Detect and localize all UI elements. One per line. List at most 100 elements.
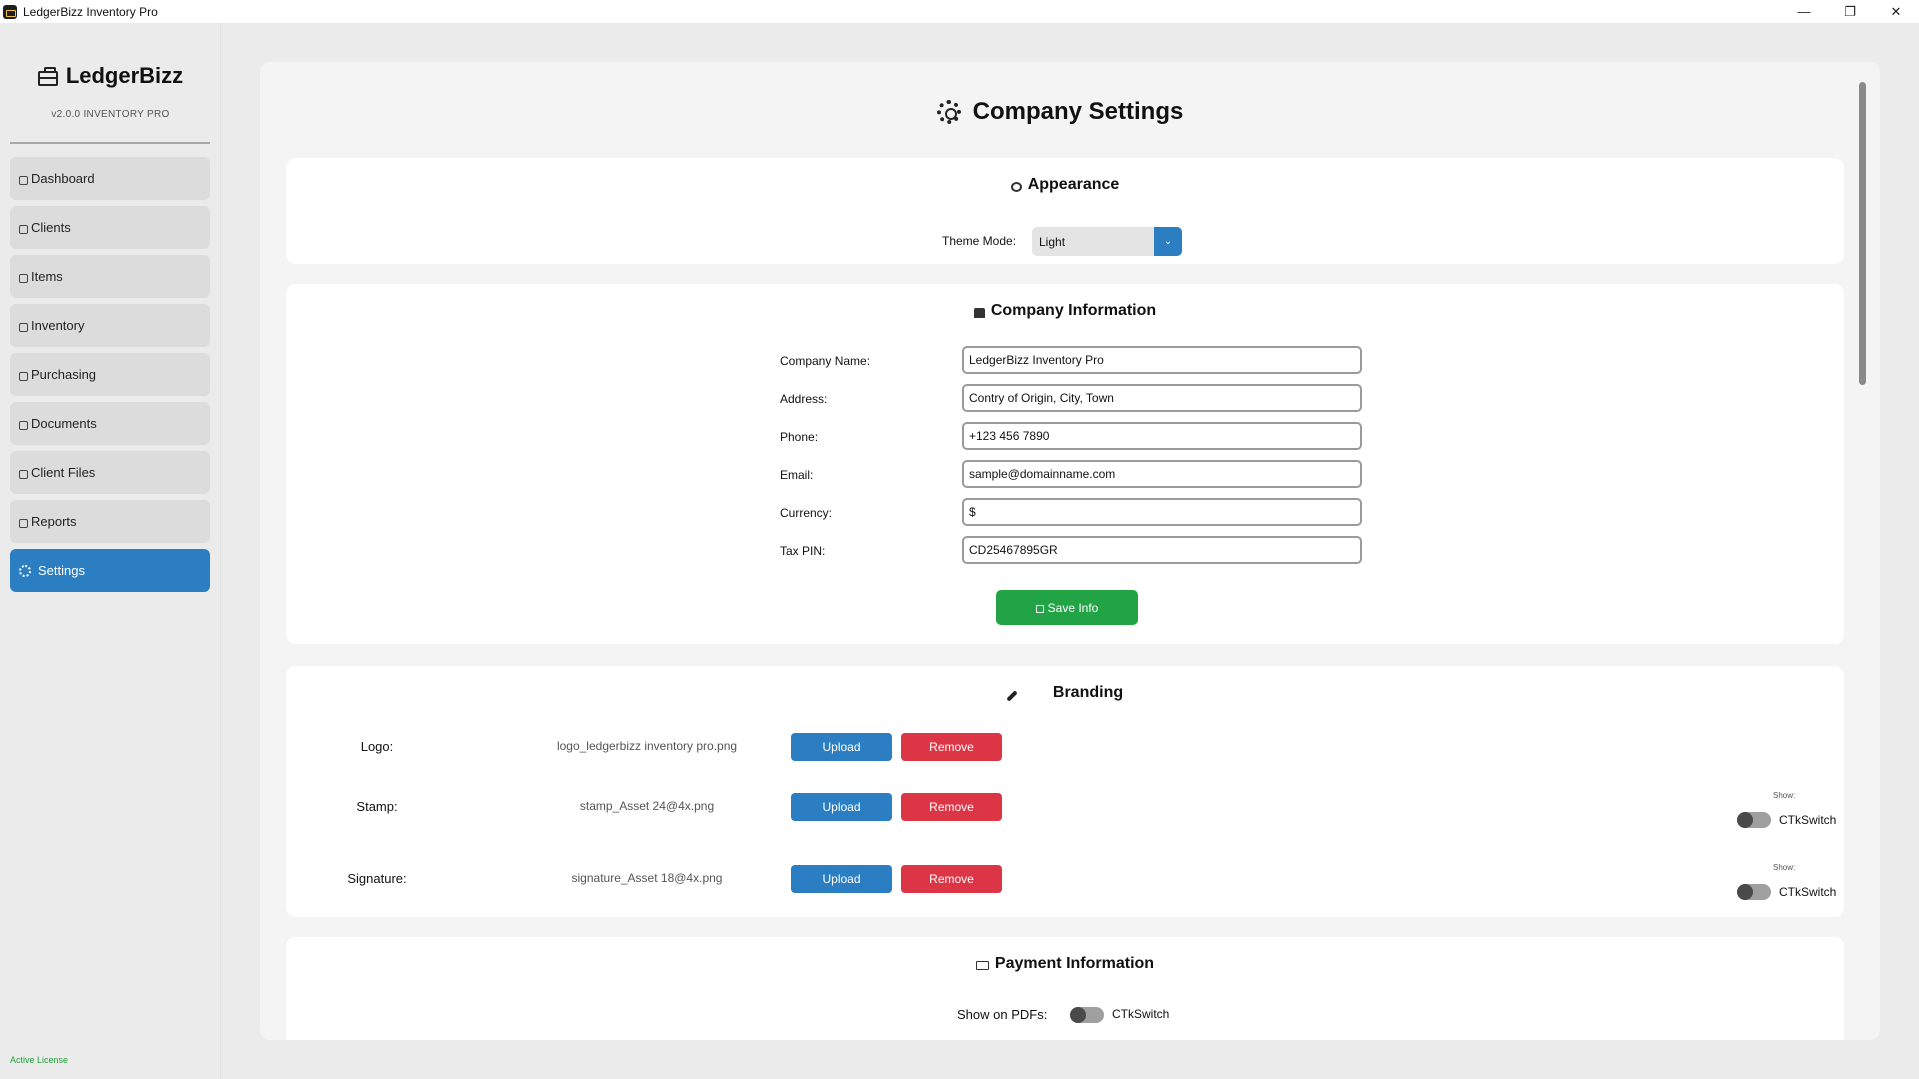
stamp-show-switch[interactable] (1737, 812, 1771, 828)
signature-show-label: Show: (1773, 863, 1796, 872)
theme-mode-label: Theme Mode: (942, 234, 1017, 248)
license-status: Active License (10, 1055, 69, 1065)
company-info-card: Company Information Company Name: Ledger… (286, 284, 1844, 644)
briefcase-icon (37, 66, 58, 86)
sidebar-item-label: Dashboard (31, 171, 95, 186)
sidebar-item-label: Clients (31, 220, 71, 235)
dashboard-icon (19, 176, 28, 185)
client-files-icon (19, 470, 28, 479)
chevron-down-icon[interactable]: ⌄ (1154, 227, 1182, 256)
company-info-title: Company Information (286, 302, 1844, 320)
sidebar-item-dashboard[interactable]: Dashboard (10, 157, 210, 200)
close-button[interactable]: ✕ (1873, 0, 1919, 23)
pen-icon (1007, 691, 1017, 701)
sidebar: LedgerBizz v2.0.0 INVENTORY PRO Dashboar… (0, 23, 221, 1079)
reports-icon (19, 519, 28, 528)
email-label: Email: (780, 468, 814, 482)
minimize-button[interactable]: — (1781, 0, 1827, 23)
logo-file-name: logo_ledgerbizz inventory pro.png (556, 739, 738, 753)
company-name-label: Company Name: (780, 354, 871, 368)
theme-mode-value: Light (1039, 234, 1066, 249)
signature-switch-label: CTkSwitch (1779, 885, 1837, 899)
stamp-upload-button[interactable]: Upload (791, 793, 892, 821)
email-field[interactable]: sample@domainname.com (962, 460, 1362, 488)
stamp-switch-label: CTkSwitch (1779, 813, 1837, 827)
app-icon (3, 4, 17, 19)
title-bar: LedgerBizz Inventory Pro — ❐ ✕ (0, 0, 1919, 23)
payment-info-title-text: Payment Information (994, 955, 1155, 972)
sidebar-item-documents[interactable]: Documents (10, 402, 210, 445)
sidebar-item-label: Documents (31, 416, 97, 431)
brand: LedgerBizz (0, 63, 221, 89)
items-icon (19, 274, 28, 283)
palette-icon (1010, 181, 1022, 192)
sidebar-item-reports[interactable]: Reports (10, 500, 210, 543)
sidebar-divider (10, 142, 210, 144)
payment-info-title: Payment Information (286, 955, 1844, 973)
branding-title: Branding (286, 684, 1844, 702)
stamp-remove-button[interactable]: Remove (901, 793, 1002, 821)
save-info-button[interactable]: Save Info (996, 590, 1138, 625)
inventory-icon (19, 323, 28, 332)
save-info-label: Save Info (1047, 600, 1099, 615)
brand-name: LedgerBizz (65, 63, 184, 88)
maximize-button[interactable]: ❐ (1827, 0, 1873, 23)
credit-card-icon (975, 961, 989, 970)
appearance-title: Appearance (286, 176, 1844, 194)
branding-title-text: Branding (1052, 684, 1124, 701)
gear-icon (19, 564, 31, 577)
sidebar-item-label: Reports (31, 514, 77, 529)
address-field[interactable]: Contry of Origin, City, Town (962, 384, 1362, 412)
company-info-title-text: Company Information (990, 302, 1157, 319)
currency-field[interactable]: $ (962, 498, 1362, 526)
signature-label: Signature: (347, 871, 407, 886)
documents-icon (19, 421, 28, 430)
gear-icon (936, 100, 961, 124)
sidebar-item-label: Inventory (31, 318, 85, 333)
address-label: Address: (780, 392, 828, 406)
sidebar-item-settings[interactable]: Settings (10, 549, 210, 592)
window-controls: — ❐ ✕ (1781, 0, 1919, 23)
appearance-title-text: Appearance (1027, 176, 1120, 193)
logo-remove-button[interactable]: Remove (901, 733, 1002, 761)
show-on-pdfs-switch[interactable] (1070, 1007, 1104, 1023)
switch-knob (1737, 812, 1753, 828)
stamp-file-name: stamp_Asset 24@4x.png (579, 799, 715, 813)
clients-icon (19, 225, 28, 234)
tax-pin-field[interactable]: CD25467895GR (962, 536, 1362, 564)
scrollbar[interactable] (1859, 82, 1866, 385)
phone-field[interactable]: +123 456 7890 (962, 422, 1362, 450)
sidebar-nav: Dashboard Clients Items Inventory Purcha… (10, 157, 210, 598)
stamp-show-label: Show: (1773, 791, 1796, 800)
sidebar-item-label: Items (31, 269, 63, 284)
version-label: v2.0.0 INVENTORY PRO (51, 109, 170, 120)
tax-pin-label: Tax PIN: (780, 544, 826, 558)
sidebar-item-purchasing[interactable]: Purchasing (10, 353, 210, 396)
window-title: LedgerBizz Inventory Pro (23, 4, 158, 19)
stamp-label: Stamp: (356, 799, 398, 814)
sidebar-item-inventory[interactable]: Inventory (10, 304, 210, 347)
switch-knob (1070, 1007, 1086, 1023)
signature-file-name: signature_Asset 18@4x.png (571, 871, 723, 885)
sidebar-item-clients[interactable]: Clients (10, 206, 210, 249)
appearance-card: Appearance Theme Mode: Light ⌄ (286, 158, 1844, 264)
signature-upload-button[interactable]: Upload (791, 865, 892, 893)
logo-upload-button[interactable]: Upload (791, 733, 892, 761)
purchasing-icon (19, 372, 28, 381)
page-title: Company Settings (260, 98, 1860, 126)
theme-mode-select[interactable]: Light ⌄ (1032, 227, 1182, 256)
save-icon (1035, 604, 1044, 613)
company-name-field[interactable]: LedgerBizz Inventory Pro (962, 346, 1362, 374)
show-on-pdfs-label: Show on PDFs: (957, 1007, 1048, 1022)
show-on-pdfs-switch-label: CTkSwitch (1112, 1007, 1170, 1021)
payment-info-card: Payment Information Show on PDFs: CTkSwi… (286, 937, 1844, 1040)
signature-show-switch[interactable] (1737, 884, 1771, 900)
building-icon (973, 307, 985, 318)
settings-panel: Company Settings Appearance Theme Mode: … (260, 62, 1880, 1040)
branding-card: Branding Logo: logo_ledgerbizz inventory… (286, 666, 1844, 917)
sidebar-item-items[interactable]: Items (10, 255, 210, 298)
sidebar-item-client-files[interactable]: Client Files (10, 451, 210, 494)
sidebar-item-label: Client Files (31, 465, 96, 480)
phone-label: Phone: (780, 430, 819, 444)
signature-remove-button[interactable]: Remove (901, 865, 1002, 893)
